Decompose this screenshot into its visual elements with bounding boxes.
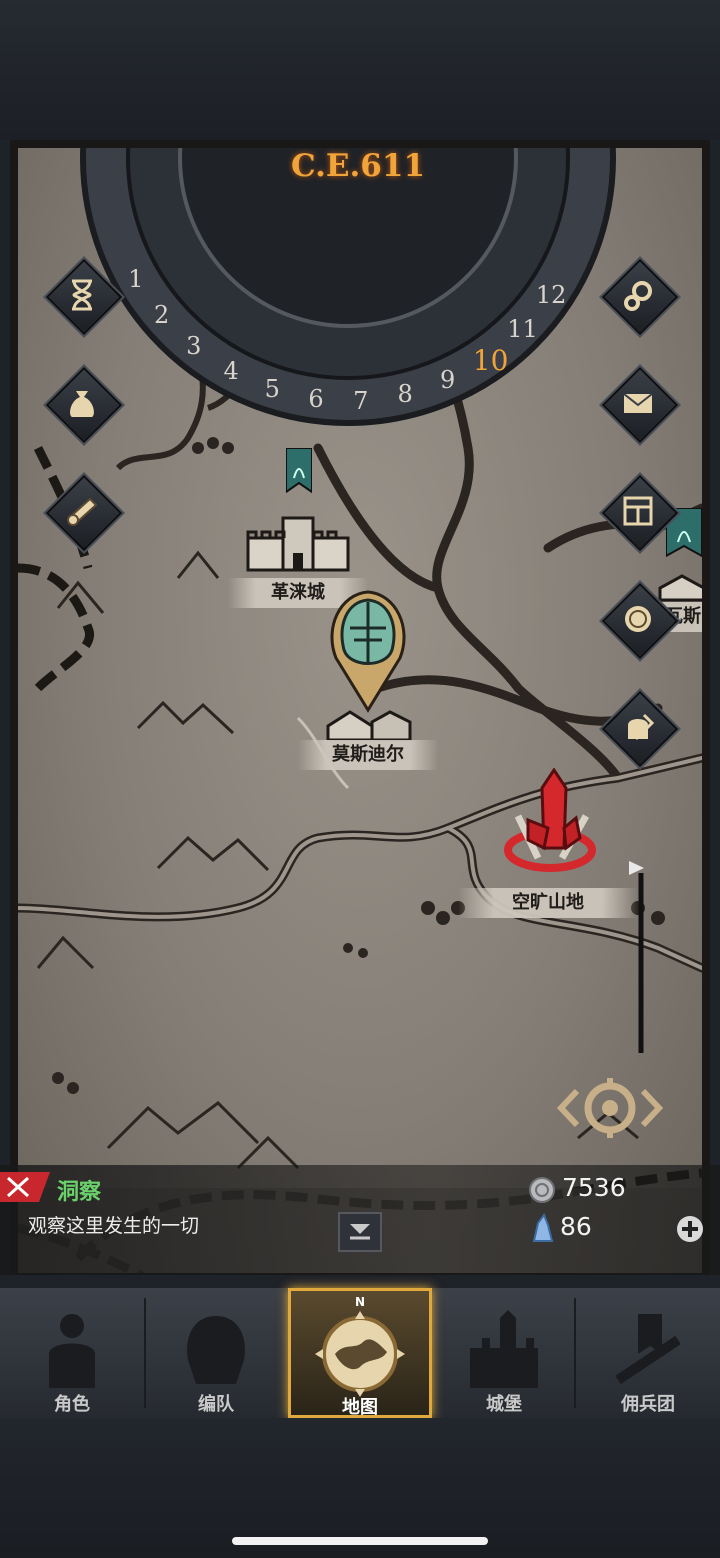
mail-button[interactable] (601, 366, 679, 444)
add-crystal-button[interactable] (675, 1214, 705, 1244)
scroll-icon (67, 497, 98, 526)
teal-banner-icon (286, 448, 312, 494)
armor-button[interactable] (601, 690, 679, 768)
hourglass-icon (72, 279, 92, 311)
month-number: 1 (128, 264, 144, 293)
coin-button[interactable] (601, 582, 679, 660)
castle-icon (470, 1310, 538, 1388)
nav-label: 佣兵团 (621, 1394, 675, 1415)
nav-label: 角色 (54, 1394, 90, 1415)
compass-map-icon (315, 1311, 405, 1397)
helmet-squad-icon (187, 1316, 245, 1384)
month-number: 4 (223, 357, 239, 386)
location-label: 莫斯迪尔 (298, 740, 438, 770)
nav-mercenary[interactable]: 佣兵团 (576, 1288, 720, 1418)
nav-formation[interactable]: 编队 (146, 1288, 286, 1418)
month-number: 12 (535, 280, 567, 309)
nav-character[interactable]: 角色 (0, 1288, 144, 1418)
hourglass-button[interactable] (45, 258, 123, 336)
month-number: 3 (186, 332, 202, 361)
nav-label: 编队 (198, 1394, 234, 1415)
nav-label: 地图 (342, 1397, 378, 1418)
month-number: 11 (507, 315, 538, 344)
silver-coin-icon (529, 1177, 555, 1203)
bottom-nav: 角色 编队 N 地图 城堡 佣兵团 (0, 1288, 720, 1418)
top-bar (0, 0, 720, 140)
month-number: 10 (472, 343, 509, 377)
ledger-icon (623, 496, 653, 526)
world-map[interactable]: C.E.611 1 2 3 4 5 6 7 8 9 10 11 12 革涞城 莫… (18, 148, 702, 1273)
money-bag-icon (70, 391, 94, 417)
month-number: 9 (440, 365, 456, 394)
nav-label: 城堡 (486, 1394, 522, 1415)
silver-amount: 7536 (562, 1173, 626, 1202)
location-label: 空旷山地 (458, 888, 638, 918)
castle-building-icon (246, 516, 350, 572)
player-helmet-marker-icon (330, 590, 406, 713)
gears-icon (624, 281, 652, 311)
red-crystal-marker-icon (504, 768, 596, 872)
mode-description: 观察这里发生的一切 (28, 1215, 200, 1237)
blue-crystal-icon (532, 1213, 554, 1242)
settings-button[interactable] (601, 258, 679, 336)
month-number: 7 (353, 386, 369, 415)
ledger-button[interactable] (601, 474, 679, 552)
month-number: 2 (154, 301, 170, 330)
nav-map[interactable]: N 地图 (288, 1288, 432, 1418)
crystal-amount: 86 (560, 1212, 592, 1241)
money-bag-button[interactable] (45, 366, 123, 444)
chevron-down-icon (350, 1224, 370, 1240)
month-number: 5 (264, 375, 280, 403)
location-gelai-city[interactable]: 革涞城 (228, 448, 368, 608)
nav-castle[interactable]: 城堡 (434, 1288, 574, 1418)
collapse-button[interactable] (338, 1212, 382, 1252)
village-building-icon (326, 710, 412, 742)
map-frame: C.E.611 1 2 3 4 5 6 7 8 9 10 11 12 革涞城 莫… (10, 140, 710, 1275)
location-mosidier[interactable]: 莫斯迪尔 (288, 588, 448, 770)
mode-title: 洞察 (57, 1180, 102, 1205)
era-label: C.E.611 (290, 148, 426, 184)
envelope-icon (623, 393, 653, 413)
coin-icon (625, 606, 651, 632)
location-kuangye-highland[interactable]: 空旷山地 (458, 768, 648, 918)
scroll-button[interactable] (45, 474, 123, 552)
banner-sword-icon (615, 1314, 681, 1385)
month-number: 8 (397, 380, 413, 409)
crossed-swords-glyph (6, 1176, 30, 1198)
home-indicator[interactable] (232, 1537, 488, 1545)
month-number: 6 (308, 384, 324, 413)
recenter-target-icon[interactable] (555, 1073, 665, 1143)
compass-letter: N (354, 1295, 366, 1309)
knight-icon (49, 1314, 95, 1388)
armor-icon (628, 713, 655, 741)
